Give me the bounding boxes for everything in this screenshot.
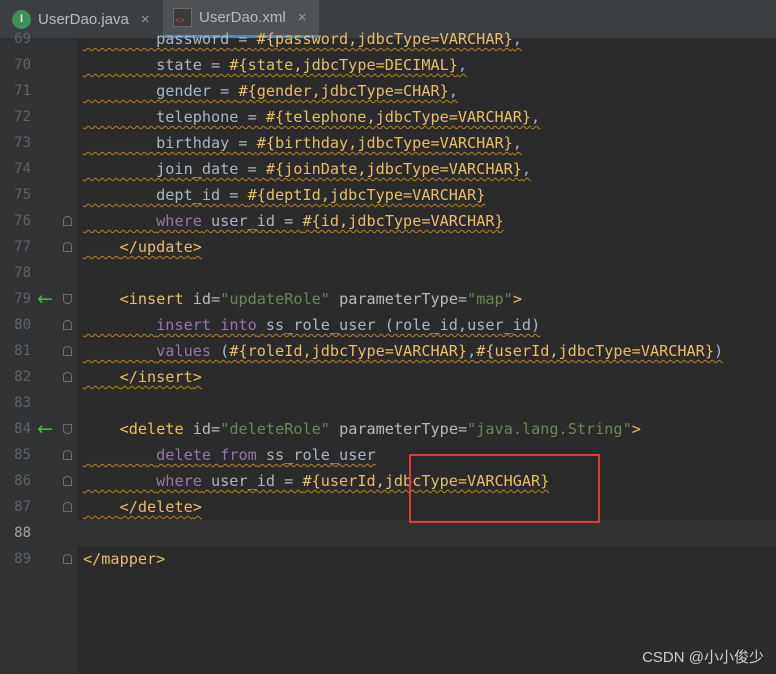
code-line[interactable]: password = #{password,jdbcType=VARCHAR}, (83, 26, 522, 52)
line-number: 73 (14, 135, 31, 151)
implementation-marker-icon[interactable]: ← (37, 416, 53, 442)
code-line[interactable]: telephone = #{telephone,jdbcType=VARCHAR… (83, 104, 540, 130)
fold-marker-icon[interactable] (63, 320, 72, 330)
code-line[interactable]: delete from ss_role_user (83, 442, 375, 468)
xml-file-icon: <> (173, 8, 192, 27)
code-line[interactable]: </delete> (83, 494, 202, 520)
line-number: 83 (14, 395, 31, 411)
fold-marker-icon[interactable] (63, 502, 72, 512)
line-number: 82 (14, 369, 31, 385)
fold-marker-icon[interactable] (63, 346, 72, 356)
line-number: 70 (14, 57, 31, 73)
code-line[interactable]: <insert id="updateRole" parameterType="m… (83, 286, 522, 312)
code-line[interactable]: </update> (83, 234, 202, 260)
watermark: CSDN @小小俊少 (642, 649, 764, 666)
tab-label: UserDao.xml (199, 9, 286, 26)
line-number: 88 (14, 525, 31, 541)
line-number: 76 (14, 213, 31, 229)
line-number: 69 (14, 31, 31, 47)
line-number: 87 (14, 499, 31, 515)
tool-window-strip (0, 39, 7, 674)
line-number: 89 (14, 551, 31, 567)
code-line[interactable]: join_date = #{joinDate,jdbcType=VARCHAR}… (83, 156, 531, 182)
fold-marker-icon[interactable] (63, 294, 72, 304)
code-line[interactable]: dept_id = #{deptId,jdbcType=VARCHAR} (83, 182, 485, 208)
line-number: 78 (14, 265, 31, 281)
fold-marker-icon[interactable] (63, 424, 72, 434)
error-highlight-box (409, 454, 600, 523)
line-number: 84 (14, 421, 31, 437)
line-number: 75 (14, 187, 31, 203)
fold-marker-icon[interactable] (63, 476, 72, 486)
line-number: 85 (14, 447, 31, 463)
tab-label: UserDao.java (38, 10, 129, 28)
line-number: 72 (14, 109, 31, 125)
code-line[interactable]: insert into ss_role_user (role_id,user_i… (83, 312, 540, 338)
code-line[interactable]: </mapper> (83, 546, 165, 572)
line-number: 74 (14, 161, 31, 177)
line-number: 79 (14, 291, 31, 307)
line-number: 71 (14, 83, 31, 99)
line-number: 80 (14, 317, 31, 333)
code-line[interactable]: gender = #{gender,jdbcType=CHAR}, (83, 78, 458, 104)
code-line[interactable]: values (#{roleId,jdbcType=VARCHAR},#{use… (83, 338, 723, 364)
code-line[interactable]: <delete id="deleteRole" parameterType="j… (83, 416, 641, 442)
code-line[interactable]: where user_id = #{id,jdbcType=VARCHAR} (83, 208, 503, 234)
fold-marker-icon[interactable] (63, 450, 72, 460)
fold-marker-icon[interactable] (63, 216, 72, 226)
line-number: 81 (14, 343, 31, 359)
close-icon[interactable]: × (141, 11, 150, 28)
close-icon[interactable]: × (298, 9, 307, 26)
code-line[interactable]: birthday = #{birthday,jdbcType=VARCHAR}, (83, 130, 522, 156)
code-line[interactable]: </insert> (83, 364, 202, 390)
current-line-highlight (77, 520, 776, 546)
line-number: 86 (14, 473, 31, 489)
fold-marker-icon[interactable] (63, 554, 72, 564)
fold-marker-icon[interactable] (63, 372, 72, 382)
line-number: 77 (14, 239, 31, 255)
implementation-marker-icon[interactable]: ← (37, 286, 53, 312)
code-line[interactable]: state = #{state,jdbcType=DECIMAL}, (83, 52, 467, 78)
fold-marker-icon[interactable] (63, 242, 72, 252)
